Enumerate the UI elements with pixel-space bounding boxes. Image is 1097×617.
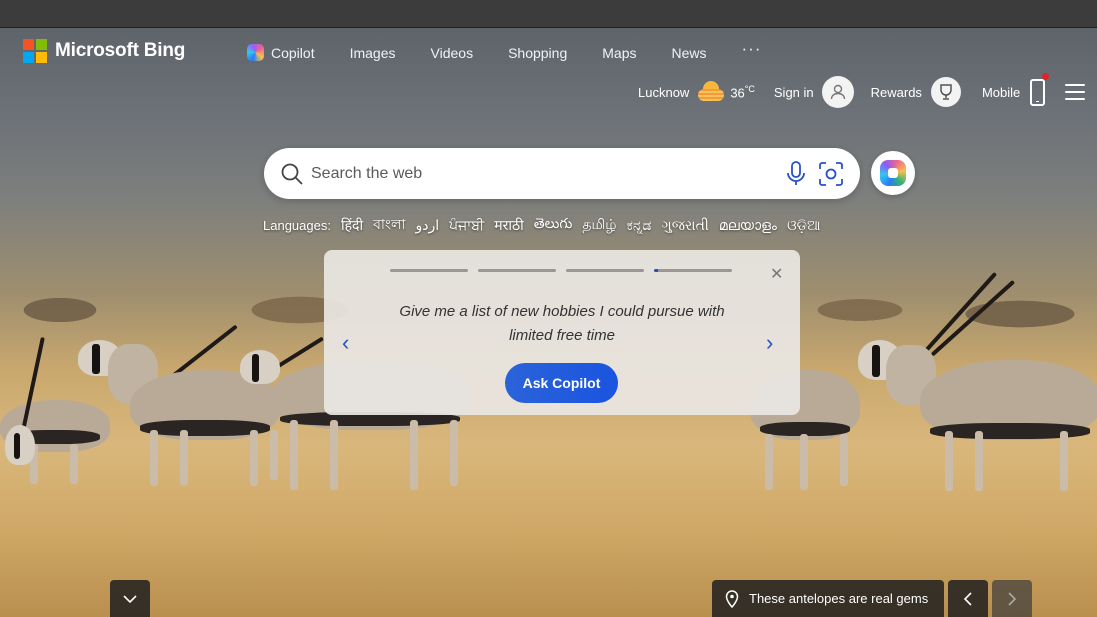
rewards-label: Rewards bbox=[870, 84, 922, 100]
rewards-trophy-icon bbox=[930, 77, 961, 107]
phone-icon bbox=[1030, 78, 1046, 106]
ask-copilot-button[interactable]: Ask Copilot bbox=[505, 363, 618, 403]
language-link[interactable]: മലയാളം bbox=[719, 217, 777, 234]
language-link[interactable]: اردو bbox=[415, 217, 439, 234]
caption-text: These antelopes are real gems bbox=[749, 591, 929, 606]
progress-segment bbox=[390, 269, 468, 272]
close-icon[interactable]: ✕ bbox=[770, 264, 783, 284]
search-input[interactable] bbox=[311, 160, 751, 187]
progress-segment bbox=[478, 269, 556, 272]
nav-label: Shopping bbox=[508, 44, 568, 61]
antelope bbox=[0, 336, 60, 465]
language-link[interactable]: తెలుగు bbox=[534, 215, 573, 235]
nav-label: Videos bbox=[430, 44, 474, 61]
nav-item-copilot[interactable]: Copilot bbox=[247, 44, 315, 61]
bing-logo[interactable]: Microsoft Bing bbox=[23, 39, 185, 63]
header-right: Lucknow 36°C Sign in Rewards Mobile bbox=[638, 74, 1046, 110]
language-link[interactable]: हिंदी bbox=[341, 216, 363, 235]
mobile-button[interactable]: Mobile bbox=[981, 78, 1046, 106]
prompt-text: Give me a list of new hobbies I could pu… bbox=[399, 303, 725, 344]
browser-top-strip bbox=[0, 0, 1097, 28]
language-link[interactable]: বাংলা bbox=[373, 213, 405, 237]
nav-item-news[interactable]: News bbox=[671, 45, 706, 61]
nav-item-images[interactable]: Images bbox=[350, 45, 396, 61]
microphone-icon[interactable] bbox=[786, 161, 806, 187]
language-link[interactable]: ଓଡ଼ିଆ bbox=[787, 217, 821, 234]
location-pin-icon bbox=[725, 589, 739, 608]
weather-location[interactable]: Lucknow bbox=[638, 85, 689, 100]
brand-name: Microsoft Bing bbox=[55, 40, 186, 61]
language-link[interactable]: ಕನ್ನಡ bbox=[627, 217, 652, 234]
antelope bbox=[850, 245, 1097, 505]
chevron-left-icon[interactable]: ‹ bbox=[342, 330, 349, 356]
language-links: Languages: हिंदी বাংলা اردو ਪੰਜਾਬੀ मराठी… bbox=[263, 213, 831, 237]
copilot-prompt-card: ✕ ‹ Give me a list of new hobbies I coul… bbox=[324, 250, 800, 415]
image-caption[interactable]: These antelopes are real gems bbox=[712, 580, 944, 617]
nav-item-videos[interactable]: Videos bbox=[431, 45, 474, 61]
weather-sun-cloud-icon[interactable] bbox=[698, 81, 725, 103]
language-link[interactable]: ગુજરાતી bbox=[661, 217, 708, 234]
nav-label: Images bbox=[349, 44, 396, 61]
copilot-icon bbox=[247, 44, 264, 61]
weather-temperature[interactable]: 36°C bbox=[730, 84, 755, 100]
search-icon bbox=[281, 163, 303, 185]
user-avatar-icon bbox=[821, 76, 854, 108]
notification-dot bbox=[1042, 73, 1049, 80]
languages-label: Languages: bbox=[263, 217, 331, 233]
more-menu-button[interactable]: ··· bbox=[742, 39, 762, 59]
nav-label: Copilot bbox=[271, 44, 315, 61]
hamburger-menu-icon[interactable] bbox=[1065, 84, 1085, 100]
chevron-left-icon bbox=[963, 591, 972, 606]
copilot-button[interactable] bbox=[871, 151, 915, 195]
search-box bbox=[264, 148, 860, 199]
language-link[interactable]: ਪੰਜਾਬੀ bbox=[449, 217, 484, 234]
mobile-label: Mobile bbox=[981, 84, 1021, 100]
sign-in-button[interactable]: Sign in bbox=[774, 76, 854, 108]
microsoft-logo-icon bbox=[23, 39, 47, 63]
temperature-value: 36 bbox=[730, 85, 745, 101]
copilot-icon bbox=[880, 160, 906, 186]
language-link[interactable]: मराठी bbox=[494, 216, 523, 235]
chevron-right-icon[interactable]: › bbox=[766, 330, 773, 356]
language-link[interactable]: தமிழ் bbox=[582, 216, 616, 235]
progress-segment bbox=[566, 269, 644, 272]
visual-search-icon[interactable] bbox=[818, 161, 844, 187]
nav-item-maps[interactable]: Maps bbox=[602, 45, 636, 61]
rewards-button[interactable]: Rewards bbox=[871, 77, 961, 107]
nav-label: News bbox=[671, 44, 707, 61]
chevron-down-icon bbox=[123, 594, 137, 603]
carousel-progress bbox=[390, 269, 732, 272]
nav-label: Maps bbox=[602, 44, 637, 61]
scroll-down-button[interactable] bbox=[110, 580, 150, 617]
chevron-right-icon bbox=[1008, 591, 1017, 606]
previous-image-button[interactable] bbox=[948, 580, 988, 617]
temperature-unit: °C bbox=[744, 83, 755, 94]
nav-item-shopping[interactable]: Shopping bbox=[508, 45, 567, 61]
sign-in-label: Sign in bbox=[773, 84, 814, 100]
next-image-button[interactable] bbox=[992, 580, 1032, 617]
top-nav: Copilot Images Videos Shopping Maps News… bbox=[247, 39, 796, 61]
progress-segment-active bbox=[654, 269, 732, 272]
